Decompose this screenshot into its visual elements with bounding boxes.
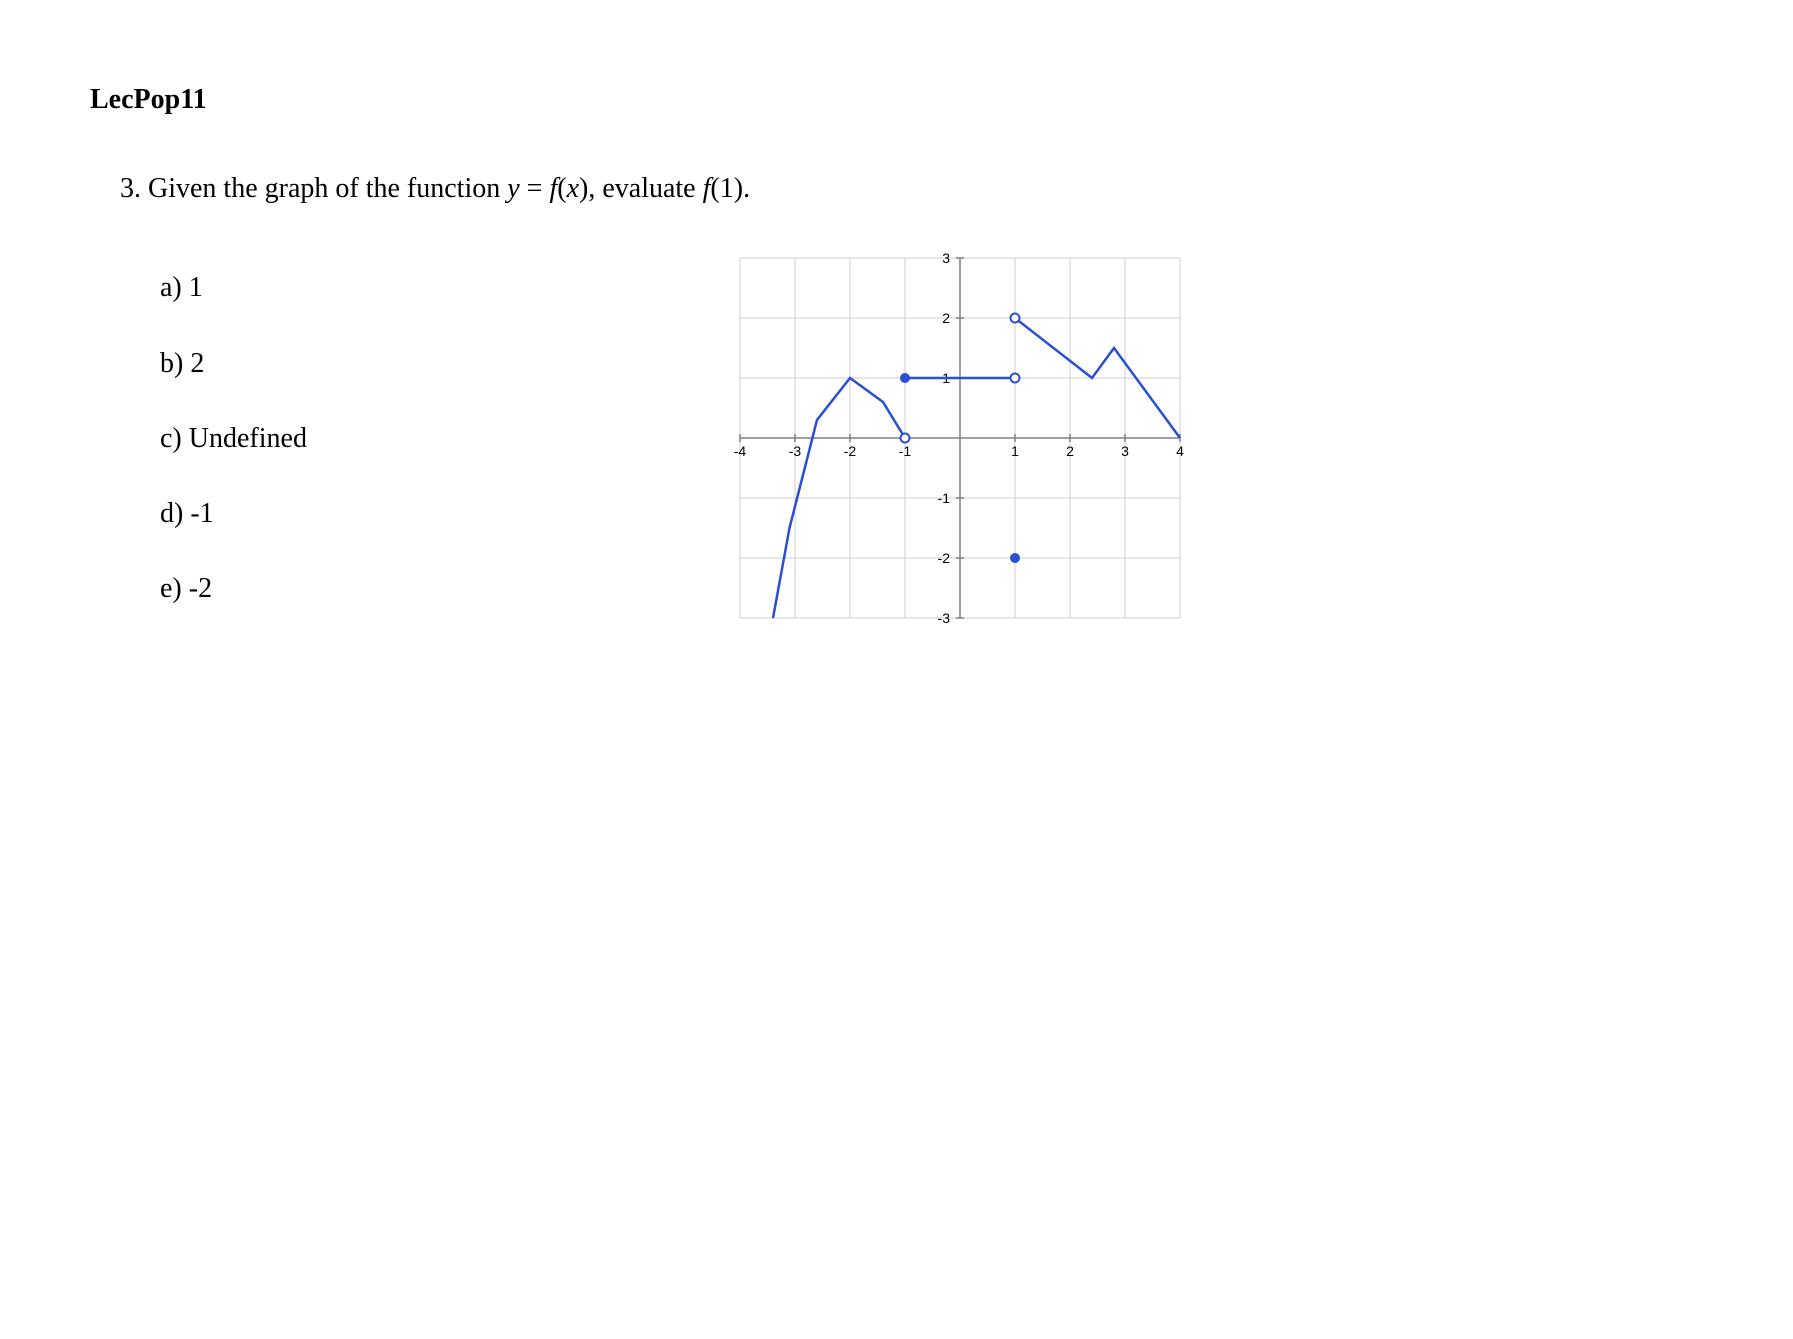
math-paren-l: (: [557, 173, 566, 204]
answer-d: d) -1: [160, 494, 470, 533]
answer-label: d): [160, 498, 183, 529]
question-number: 3.: [120, 173, 141, 204]
math-x: x: [567, 173, 579, 204]
function-graph-svg: -4-3-2-11234-3-2-1123: [720, 248, 1200, 628]
math-equals: =: [520, 173, 550, 204]
eval-paren-r: ): [734, 173, 743, 204]
svg-text:-3: -3: [938, 610, 951, 626]
page: LecPop11 3. Given the graph of the funct…: [60, 80, 1733, 644]
question-middle: , evaluate: [588, 173, 702, 204]
question-text: 3. Given the graph of the function y = f…: [120, 169, 1733, 208]
svg-text:-4: -4: [734, 443, 747, 459]
svg-text:1: 1: [1011, 443, 1019, 459]
answer-label: c): [160, 423, 182, 454]
svg-text:2: 2: [942, 310, 950, 326]
svg-text:3: 3: [1121, 443, 1129, 459]
answer-label: b): [160, 348, 183, 379]
lecture-title: LecPop11: [90, 80, 1733, 119]
answer-c: c) Undefined: [160, 419, 470, 458]
answer-label: e): [160, 573, 182, 604]
answer-label: a): [160, 272, 182, 303]
svg-text:2: 2: [1066, 443, 1074, 459]
math-paren-r: ): [579, 173, 588, 204]
eval-paren-l: (: [710, 173, 719, 204]
answer-list: a) 1 b) 2 c) Undefined d) -1 e) -2: [120, 268, 470, 644]
svg-text:-1: -1: [899, 443, 912, 459]
answer-e: e) -2: [160, 569, 470, 608]
svg-text:-3: -3: [789, 443, 802, 459]
graph: -4-3-2-11234-3-2-1123: [720, 248, 1200, 628]
answer-a: a) 1: [160, 268, 470, 307]
answer-value: 1: [189, 272, 203, 303]
question-period: .: [743, 173, 750, 204]
svg-text:4: 4: [1176, 443, 1184, 459]
svg-text:-2: -2: [938, 550, 951, 566]
answer-b: b) 2: [160, 344, 470, 383]
answer-value: Undefined: [189, 423, 307, 454]
question-prefix: Given the graph of the function: [148, 173, 507, 204]
eval-arg: 1: [720, 173, 734, 204]
answer-value: 2: [190, 348, 204, 379]
svg-text:3: 3: [942, 250, 950, 266]
answer-value: -1: [190, 498, 213, 529]
content-row: a) 1 b) 2 c) Undefined d) -1 e) -2 -4 -3 -…: [120, 268, 1733, 644]
svg-text:-2: -2: [844, 443, 857, 459]
math-y: y: [507, 173, 519, 204]
svg-text:-1: -1: [938, 490, 951, 506]
answer-value: -2: [189, 573, 212, 604]
